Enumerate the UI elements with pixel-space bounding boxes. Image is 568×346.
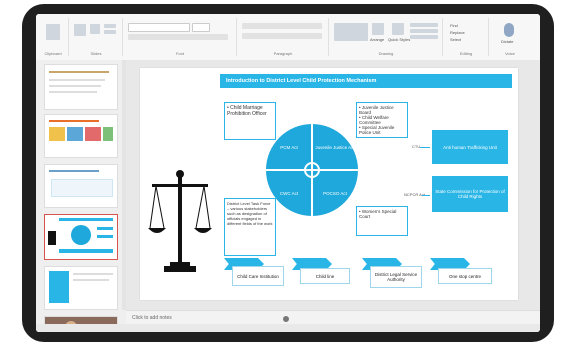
slide-canvas: Introduction to District Level Child Pro… [126, 60, 540, 310]
arrange-button[interactable]: Arrange [370, 37, 384, 42]
list-item: • Special Juvenile Police Unit [359, 125, 395, 135]
list-item: • Juvenile Justice Board [359, 105, 394, 115]
font-format-buttons[interactable] [128, 34, 228, 40]
quadrant-jj-act[interactable]: Juvenile Justice Act [312, 124, 358, 170]
shape-effects-icon[interactable] [410, 35, 438, 39]
jj-bodies-box[interactable]: • Juvenile Justice Board • Child Welfare… [356, 102, 408, 138]
ctu-label: CTU [412, 144, 421, 149]
list-buttons[interactable] [242, 23, 322, 29]
slides-group: Slides [70, 18, 123, 56]
notes-pane[interactable]: Click to add notes [126, 310, 540, 324]
voice-group: Dictate Voice [490, 18, 530, 56]
slide-thumbnail[interactable] [44, 164, 118, 208]
dlsa-box[interactable]: District Legal Service Authority [370, 266, 422, 288]
shapes-gallery[interactable] [334, 23, 368, 41]
editing-group: Find Replace Select Editing [444, 18, 489, 56]
slide-thumbnail[interactable] [44, 64, 118, 110]
quadrant-pcm-act[interactable]: PCM Act [266, 124, 312, 170]
group-label-voice: Voice [505, 51, 515, 56]
microphone-icon[interactable] [504, 23, 514, 37]
group-label-font: Font [175, 51, 184, 56]
section-icon[interactable] [104, 30, 116, 34]
quadrant-pocso-act[interactable]: POCSO Act [312, 170, 358, 216]
ribbon: Clipboard Slides Font Paragraph Arrange … [36, 14, 540, 61]
group-label-drawing: Drawing [378, 51, 394, 56]
app-window: Clipboard Slides Font Paragraph Arrange … [36, 14, 540, 332]
shape-outline-icon[interactable] [410, 29, 438, 33]
slide: Introduction to District Level Child Pro… [140, 68, 518, 300]
child-care-institution-box[interactable]: Child Care Institution [232, 266, 284, 286]
font-size-select[interactable] [192, 23, 210, 32]
scpcr-box[interactable]: State Commission for Protection of Child… [432, 176, 508, 212]
paragraph-group: Paragraph [238, 18, 329, 56]
status-bar [36, 324, 540, 332]
drawing-group: Arrange Quick Styles Drawing [330, 18, 443, 56]
slide-thumbnail-selected[interactable] [44, 214, 118, 260]
task-force-box[interactable]: District Level Task Force – various stak… [224, 198, 276, 256]
quick-styles-button[interactable]: Quick Styles [388, 37, 410, 42]
clipboard-group: Clipboard [38, 18, 69, 56]
group-label-paragraph: Paragraph [273, 51, 293, 56]
arrange-icon[interactable] [372, 23, 384, 35]
align-buttons[interactable] [242, 33, 322, 39]
group-label-editing: Editing [459, 51, 473, 56]
dictate-button[interactable]: Dictate [501, 39, 513, 44]
anti-trafficking-unit-box[interactable]: Anti human Trafficking Unit [432, 130, 508, 164]
reset-icon[interactable] [104, 24, 116, 28]
slide-thumbnail-pane [36, 60, 126, 332]
shape-fill-icon[interactable] [410, 23, 438, 27]
find-button[interactable]: Find [450, 23, 458, 28]
slide-title[interactable]: Introduction to District Level Child Pro… [220, 74, 512, 88]
font-family-select[interactable] [128, 23, 190, 32]
group-label-slides: Slides [90, 51, 102, 56]
font-group: Font [124, 18, 237, 56]
new-slide-icon[interactable] [74, 24, 86, 36]
replace-button[interactable]: Replace [450, 30, 465, 35]
acts-circle: PCM Act Juvenile Justice Act CWC Act POC… [266, 124, 358, 216]
quick-styles-icon[interactable] [392, 23, 404, 35]
child-line-box[interactable]: Child line [300, 268, 350, 284]
group-label-clipboard: Clipboard [44, 51, 62, 56]
home-indicator-icon[interactable] [283, 316, 289, 322]
select-button[interactable]: Select [450, 37, 461, 42]
paste-icon[interactable] [46, 24, 60, 40]
womens-court-box[interactable]: • Women's Special Court [356, 206, 408, 236]
slide-thumbnail[interactable] [44, 266, 118, 310]
one-stop-centre-box[interactable]: One stop centre [438, 268, 492, 284]
slide-thumbnail[interactable] [44, 114, 118, 158]
list-item: • Child Welfare Committee [359, 115, 389, 125]
layout-icon[interactable] [90, 24, 100, 34]
scales-of-justice-icon [148, 170, 212, 272]
